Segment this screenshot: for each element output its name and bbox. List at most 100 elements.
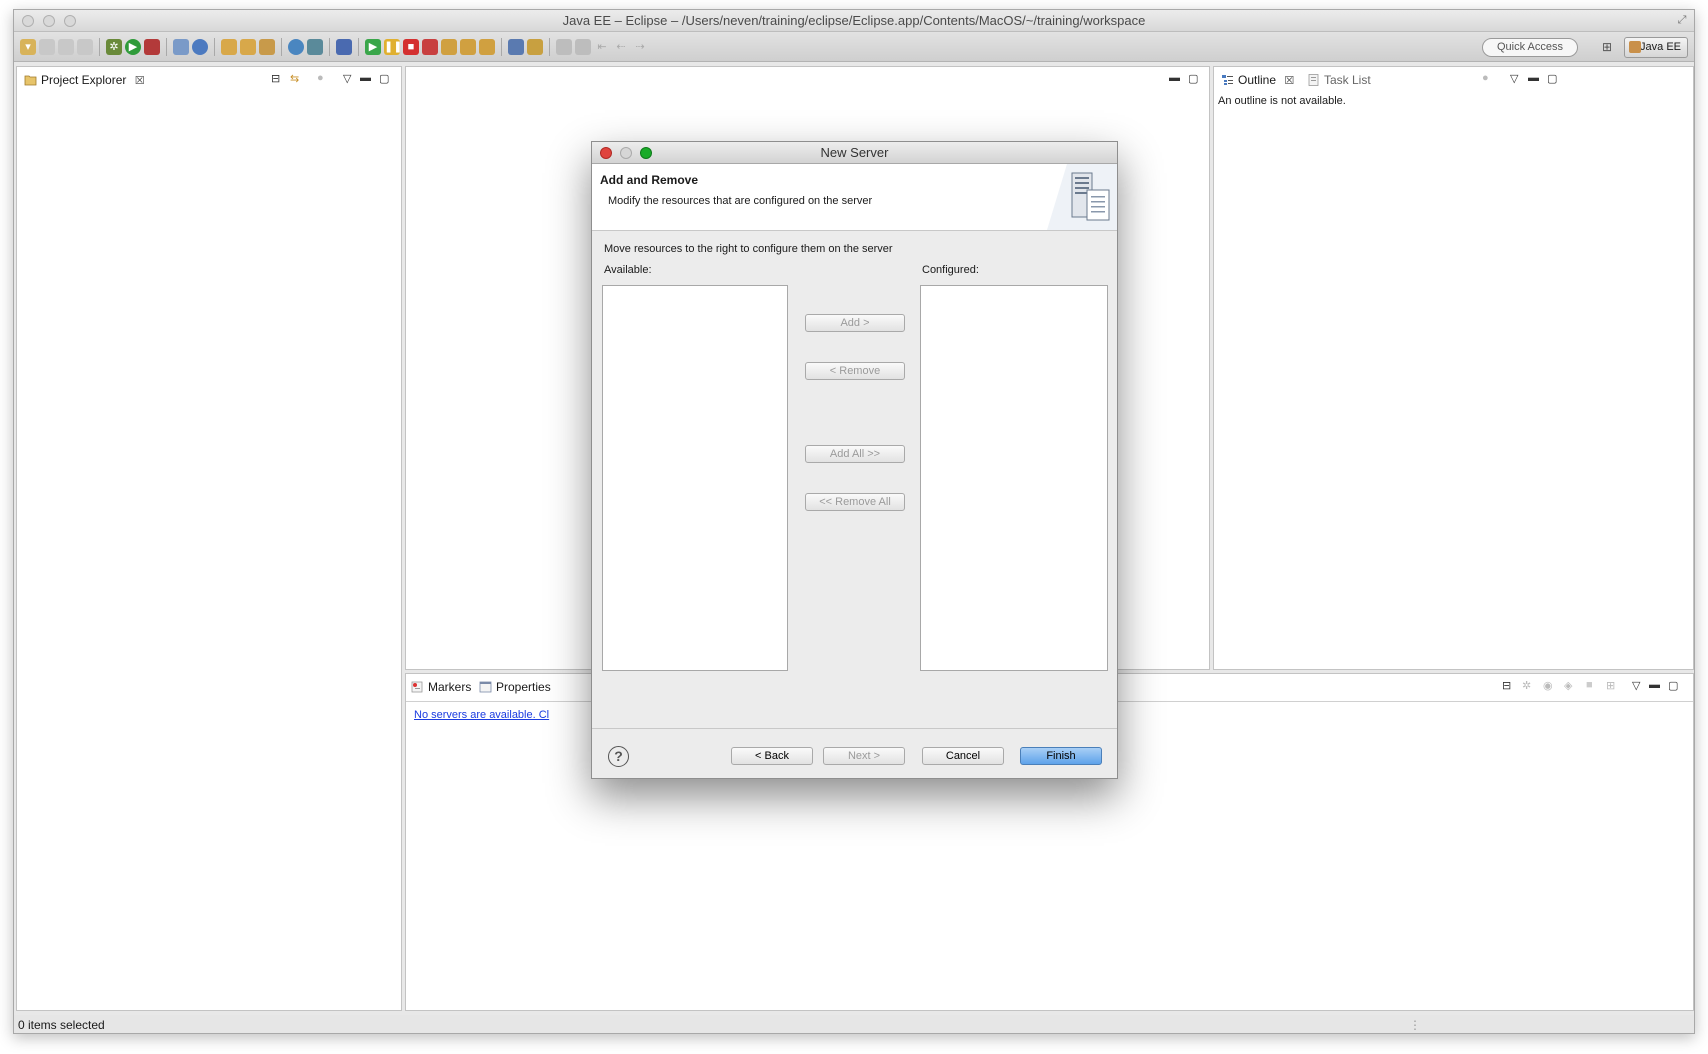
new-server-icon[interactable] [173, 39, 189, 55]
next-annotation-icon[interactable] [556, 39, 572, 55]
toolbar-separator [549, 38, 550, 56]
profile-server-icon[interactable]: ◈ [1564, 679, 1572, 692]
drop-to-frame-icon[interactable] [527, 39, 543, 55]
close-window-button[interactable] [22, 15, 34, 27]
save-icon[interactable] [39, 39, 55, 55]
minimize-icon[interactable]: ▬ [1649, 679, 1660, 691]
properties-icon [479, 681, 492, 693]
close-icon[interactable]: ☒ [135, 75, 145, 87]
quick-access-input[interactable]: Quick Access [1482, 38, 1578, 57]
dialog-zoom-button[interactable] [640, 147, 652, 159]
fullscreen-icon[interactable]: ⤢ [1676, 14, 1688, 26]
dialog-title: New Server [820, 145, 889, 160]
toolbar-separator [501, 38, 502, 56]
configured-list[interactable] [920, 285, 1108, 671]
cancel-button[interactable]: Cancel [922, 747, 1004, 765]
zoom-window-button[interactable] [64, 15, 76, 27]
web-browser-icon[interactable] [288, 39, 304, 55]
resume-icon[interactable]: ▶ [365, 39, 381, 55]
suspend-icon[interactable]: ❚❚ [384, 39, 402, 55]
view-menu-icon[interactable]: ▽ [343, 72, 351, 85]
open-type-icon[interactable] [221, 39, 237, 55]
step-into-icon[interactable] [441, 39, 457, 55]
publish-server-icon[interactable]: ⊞ [1606, 679, 1615, 692]
back-arrow-icon[interactable]: ⇠ [613, 39, 629, 55]
new-file-icon[interactable]: ▾ [20, 39, 36, 55]
outline-icon [1222, 75, 1233, 85]
view-menu-icon[interactable]: ▽ [1510, 72, 1518, 85]
open-task-icon[interactable] [240, 39, 256, 55]
publish-icon[interactable] [307, 39, 323, 55]
tab-label: Project Explorer [41, 73, 127, 87]
outline-header: Outline ☒ Task List ● ▽ ▬ ▢ [1214, 67, 1693, 93]
print-icon[interactable] [77, 39, 93, 55]
maximize-icon[interactable]: ▢ [1668, 679, 1678, 692]
instruction-text: Move resources to the right to configure… [604, 243, 893, 255]
status-bar: 0 items selected ⋮ [14, 1015, 1694, 1033]
available-list[interactable] [602, 285, 788, 671]
save-all-icon[interactable] [58, 39, 74, 55]
no-servers-link[interactable]: No servers are available. Cl [414, 709, 549, 721]
tab-label: Properties [496, 680, 551, 694]
dialog-footer-divider [592, 728, 1117, 729]
tab-outline[interactable]: Outline ☒ [1218, 67, 1294, 93]
dialog-close-button[interactable] [600, 147, 612, 159]
maximize-icon[interactable]: ▢ [1188, 72, 1198, 85]
markers-icon [411, 681, 423, 693]
close-icon[interactable]: ☒ [1284, 75, 1294, 87]
perspective-java-ee-button[interactable]: Java EE [1624, 37, 1688, 58]
toolbar-separator [281, 38, 282, 56]
use-step-filters-icon[interactable] [508, 39, 524, 55]
minimize-window-button[interactable] [43, 15, 55, 27]
add-all-button[interactable]: Add All >> [805, 445, 905, 463]
view-menu-icon[interactable]: ▽ [1632, 679, 1640, 692]
outline-panel: Outline ☒ Task List ● ▽ ▬ ▢ An outline i… [1213, 66, 1694, 670]
tab-project-explorer[interactable]: Project Explorer ☒ [21, 67, 145, 93]
tab-label: Task List [1324, 73, 1371, 87]
tab-task-list[interactable]: Task List [1304, 67, 1371, 93]
forward-arrow-icon[interactable]: ⇢ [632, 39, 648, 55]
task-list-icon [1308, 74, 1319, 86]
collapse-all-icon[interactable]: ⊟ [271, 72, 280, 85]
minimize-icon[interactable]: ▬ [360, 72, 371, 84]
filter-icon[interactable]: ● [317, 72, 324, 84]
debug-server-icon[interactable]: ✲ [1522, 679, 1531, 692]
link-with-editor-icon[interactable]: ⇆ [290, 72, 299, 85]
start-server-icon[interactable]: ◉ [1543, 679, 1553, 692]
minimize-icon[interactable]: ▬ [1528, 72, 1539, 84]
last-edit-location-icon[interactable]: ⇤ [594, 39, 610, 55]
minimize-icon[interactable]: ▬ [1169, 72, 1180, 84]
collapse-all-icon[interactable]: ⊟ [1502, 679, 1511, 692]
step-over-icon[interactable] [460, 39, 476, 55]
help-icon[interactable]: ? [608, 746, 629, 767]
terminate-icon[interactable]: ■ [403, 39, 419, 55]
maximize-icon[interactable]: ▢ [1547, 72, 1557, 85]
dialog-minimize-button[interactable] [620, 147, 632, 159]
debug-icon[interactable]: ✲ [106, 39, 122, 55]
next-button[interactable]: Next > [823, 747, 905, 765]
window-controls [22, 15, 76, 27]
new-web-service-icon[interactable] [192, 39, 208, 55]
tab-properties[interactable]: Properties [476, 674, 551, 700]
skip-breakpoints-icon[interactable] [336, 39, 352, 55]
disconnect-icon[interactable] [422, 39, 438, 55]
tab-label: Outline [1238, 73, 1277, 87]
add-button[interactable]: Add > [805, 314, 905, 332]
step-return-icon[interactable] [479, 39, 495, 55]
window-titlebar: Java EE – Eclipse – /Users/neven/trainin… [14, 10, 1694, 32]
tab-markers[interactable]: Markers [408, 674, 471, 700]
remove-all-button[interactable]: << Remove All [805, 493, 905, 511]
filter-icon[interactable]: ● [1482, 72, 1489, 84]
remove-button[interactable]: < Remove [805, 362, 905, 380]
toolbar-separator [358, 38, 359, 56]
open-perspective-icon[interactable]: ⊞ [1597, 38, 1617, 57]
maximize-icon[interactable]: ▢ [379, 72, 389, 85]
back-button[interactable]: < Back [731, 747, 813, 765]
external-tools-icon[interactable] [144, 39, 160, 55]
finish-button[interactable]: Finish [1020, 747, 1102, 765]
run-icon[interactable]: ▶ [125, 39, 141, 55]
stop-server-icon[interactable]: ■ [1586, 679, 1593, 691]
previous-annotation-icon[interactable] [575, 39, 591, 55]
tab-label: Markers [428, 680, 472, 694]
search-icon[interactable] [259, 39, 275, 55]
